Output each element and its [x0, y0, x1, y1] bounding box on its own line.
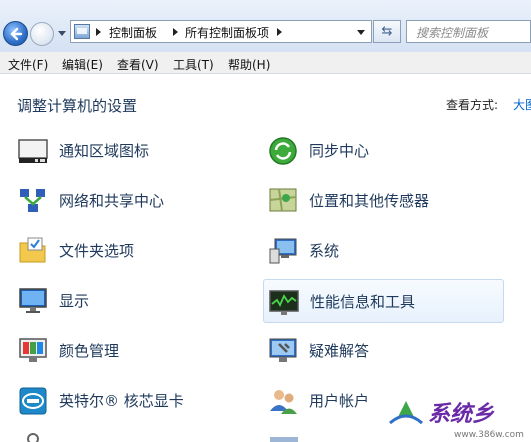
breadcrumb-separator-icon[interactable] [96, 28, 101, 36]
item-notification-area-icons[interactable]: 通知区域图标 [17, 131, 247, 171]
item-label: 性能信息和工具 [310, 293, 416, 311]
partial-item-icon [27, 433, 39, 442]
system-icon [269, 238, 297, 264]
intel-graphics-icon [19, 387, 47, 415]
user-accounts-icon [270, 390, 297, 414]
color-management-icon [19, 338, 47, 362]
item-label: 网络和共享中心 [59, 192, 165, 210]
watermark-logo: 系统乡 www.386w.com [380, 383, 530, 440]
back-arrow-icon [10, 27, 23, 41]
item-label: 位置和其他传感器 [309, 192, 430, 210]
navigation-bar: 控制面板 所有控制面板项 ⇆ 搜索控制面板 [0, 0, 531, 52]
watermark-text: 系统乡 [428, 401, 495, 427]
item-performance-tools[interactable]: 性能信息和工具 [263, 279, 504, 323]
menu-tools[interactable]: 工具(T) [173, 56, 214, 73]
watermark-url: www.386w.com [454, 430, 524, 439]
location-sensors-icon [269, 188, 297, 212]
item-label: 用户帐户 [309, 392, 370, 410]
sync-center-icon [269, 137, 297, 165]
item-label: 英特尔® 核芯显卡 [59, 392, 184, 410]
item-display[interactable]: 显示 [17, 281, 247, 321]
partial-item-icon [270, 437, 298, 442]
menu-edit[interactable]: 编辑(E) [62, 56, 103, 73]
item-troubleshooting[interactable]: 疑难解答 [267, 331, 502, 371]
item-label: 疑难解答 [309, 342, 370, 360]
folder-options-icon [19, 237, 46, 263]
notification-area-icon [18, 139, 48, 163]
address-bar[interactable]: 控制面板 所有控制面板项 [70, 20, 372, 43]
view-by-dropdown[interactable]: 大图 [513, 96, 531, 113]
item-label: 通知区域图标 [59, 142, 150, 160]
forward-button[interactable] [30, 22, 54, 46]
breadcrumb-control-panel[interactable]: 控制面板 [109, 24, 157, 41]
network-center-icon [20, 189, 45, 212]
item-label: 系统 [309, 242, 340, 260]
refresh-button[interactable]: ⇆ [373, 20, 401, 43]
menu-view[interactable]: 查看(V) [117, 56, 159, 73]
search-input[interactable]: 搜索控制面板 [406, 20, 531, 43]
recent-pages-dropdown[interactable] [58, 31, 66, 36]
item-system[interactable]: 系统 [267, 231, 502, 271]
item-label: 显示 [59, 292, 90, 310]
item-label: 同步中心 [309, 142, 370, 160]
item-color-management[interactable]: 颜色管理 [17, 331, 247, 371]
page-title: 调整计算机的设置 [17, 97, 138, 115]
menu-bar: 文件(F) 编辑(E) 查看(V) 工具(T) 帮助(H) [0, 52, 531, 74]
breadcrumb-all-items[interactable]: 所有控制面板项 [185, 24, 269, 41]
breadcrumb-separator-icon[interactable] [277, 28, 282, 36]
item-label: 颜色管理 [59, 342, 120, 360]
item-location-sensors[interactable]: 位置和其他传感器 [267, 181, 502, 221]
menu-help[interactable]: 帮助(H) [228, 56, 270, 73]
item-sync-center[interactable]: 同步中心 [267, 131, 502, 171]
menu-file[interactable]: 文件(F) [8, 56, 48, 73]
item-intel-graphics[interactable]: 英特尔® 核芯显卡 [17, 381, 247, 421]
view-by-label: 查看方式: [446, 98, 499, 112]
item-user-accounts[interactable]: 用户帐户 [267, 381, 377, 421]
display-icon [19, 288, 47, 313]
control-panel-icon [74, 24, 90, 39]
item-label: 文件夹选项 [59, 242, 135, 260]
refresh-icon: ⇆ [381, 24, 393, 39]
troubleshooting-icon [269, 338, 297, 362]
item-network-sharing-center[interactable]: 网络和共享中心 [17, 181, 247, 221]
back-button[interactable] [3, 21, 28, 46]
performance-icon [269, 290, 299, 315]
address-history-dropdown[interactable] [357, 30, 365, 35]
search-placeholder: 搜索控制面板 [416, 26, 489, 40]
item-folder-options[interactable]: 文件夹选项 [17, 231, 247, 271]
breadcrumb-separator-icon[interactable] [173, 28, 178, 36]
